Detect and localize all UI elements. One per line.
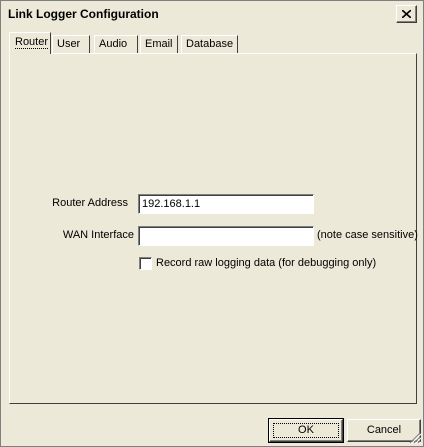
wan-interface-input[interactable] <box>138 226 314 246</box>
tab-database-label: Database <box>186 38 234 50</box>
router-address-label: Router Address <box>52 197 128 209</box>
wan-interface-note: (note case sensitive) <box>317 229 418 241</box>
tab-user-label: User <box>57 38 81 50</box>
title-bar[interactable]: Link Logger Configuration <box>1 1 423 28</box>
tab-audio[interactable]: Audio <box>94 35 138 53</box>
close-button[interactable] <box>396 5 417 23</box>
raw-logging-label[interactable]: Record raw logging data (for debugging o… <box>156 257 376 269</box>
router-panel: Router Address 192.168.1.1 WAN Interface… <box>9 53 418 404</box>
ok-button[interactable]: OK <box>268 418 344 443</box>
dialog-window: Link Logger Configuration Router User Au… <box>0 0 424 447</box>
tab-strip: Router User Audio Email Database <box>9 32 417 54</box>
close-icon <box>402 10 411 18</box>
window-title: Link Logger Configuration <box>8 7 159 21</box>
router-address-input[interactable]: 192.168.1.1 <box>138 194 314 214</box>
resize-grip-icon[interactable] <box>409 432 421 444</box>
tab-database[interactable]: Database <box>181 35 238 53</box>
tab-email[interactable]: Email <box>140 35 178 53</box>
raw-logging-checkbox[interactable] <box>139 257 152 270</box>
cancel-button-label: Cancel <box>366 424 402 436</box>
tab-audio-label: Audio <box>99 38 128 50</box>
tab-user[interactable]: User <box>52 35 90 53</box>
tab-router-label: Router <box>15 36 49 49</box>
dialog-footer: OK Cancel <box>1 412 423 446</box>
tab-email-label: Email <box>145 38 173 50</box>
wan-interface-label: WAN Interface <box>62 229 134 241</box>
tab-router[interactable]: Router <box>9 32 51 54</box>
